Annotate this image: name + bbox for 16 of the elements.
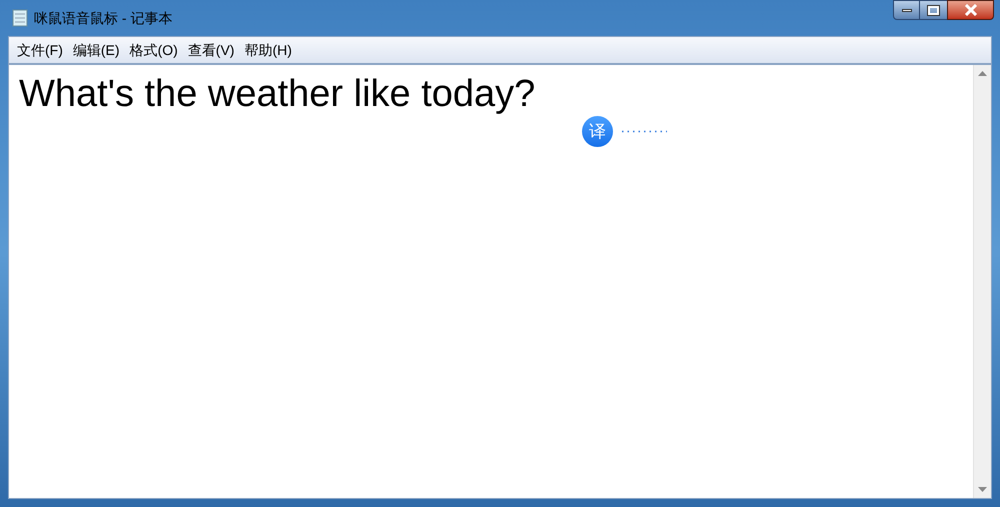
window-title: 咪鼠语音鼠标 - 记事本 xyxy=(34,8,172,28)
dotted-line-icon xyxy=(621,130,667,133)
menu-item[interactable]: 帮助(H) xyxy=(240,40,296,60)
close-icon xyxy=(964,4,978,16)
menu-item[interactable]: 查看(V) xyxy=(184,40,238,60)
menu-item[interactable]: 格式(O) xyxy=(126,40,182,60)
editor-text: What's the weather like today? xyxy=(18,72,536,113)
scroll-up-icon[interactable] xyxy=(978,71,987,76)
menu-item[interactable]: 编辑(E) xyxy=(68,40,124,60)
scrollbar[interactable] xyxy=(973,65,991,498)
minimize-button[interactable] xyxy=(893,0,920,20)
menu-item[interactable]: 文件(F) xyxy=(13,40,67,60)
close-button[interactable] xyxy=(947,0,994,20)
scroll-down-icon[interactable] xyxy=(978,487,987,492)
notepad-icon xyxy=(12,9,28,27)
maximize-button[interactable] xyxy=(920,0,947,20)
